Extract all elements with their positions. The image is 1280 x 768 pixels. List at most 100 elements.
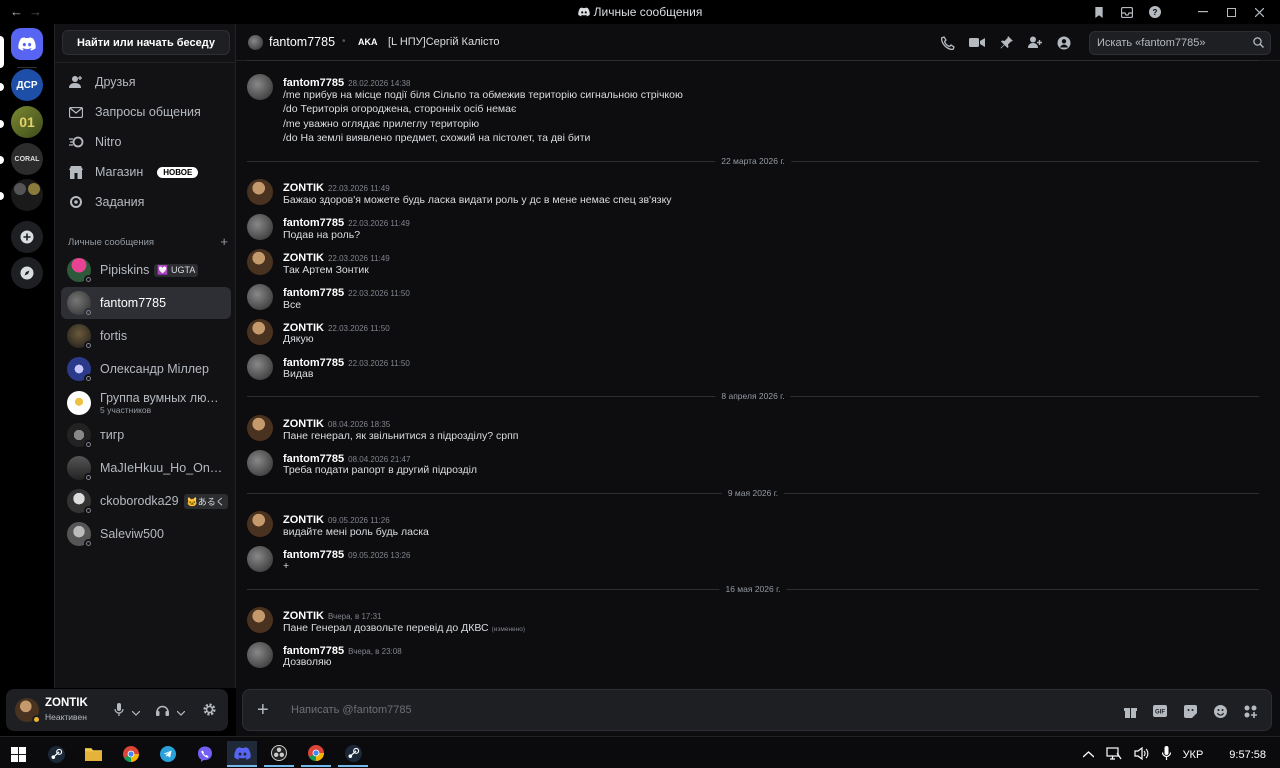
avatar[interactable] [247, 319, 273, 345]
chevron-up-icon[interactable] [1082, 749, 1094, 761]
message-text: Бажаю здоров'я можете будь ласка видати … [283, 194, 672, 206]
message-author[interactable]: ZONTIK [283, 182, 324, 194]
create-dm-button[interactable]: + [220, 234, 228, 249]
avatar[interactable] [247, 179, 273, 205]
attach-plus-icon[interactable]: + [257, 700, 269, 720]
discord-taskbar-icon[interactable] [227, 741, 257, 767]
network-icon[interactable] [1105, 746, 1122, 763]
inbox-icon[interactable] [1116, 3, 1138, 21]
message-author[interactable]: fantom7785 [283, 77, 344, 89]
date-divider-label: 9 мая 2026 г. [721, 488, 785, 498]
avatar[interactable] [247, 354, 273, 380]
avatar[interactable] [247, 214, 273, 240]
add-friend-icon[interactable] [1026, 34, 1044, 51]
home-button[interactable] [11, 28, 43, 60]
volume-icon[interactable] [1133, 746, 1150, 763]
separator [17, 67, 37, 68]
status-indicator [84, 539, 93, 548]
pin-icon[interactable] [997, 34, 1015, 51]
avatar[interactable] [247, 74, 273, 100]
server-coral[interactable]: CORAL [11, 143, 43, 175]
message-author[interactable]: ZONTIK [283, 418, 324, 430]
voice-call-icon[interactable] [939, 34, 957, 51]
sidebar-item-message-requests[interactable]: Запросы общения [61, 98, 231, 126]
message-timestamp: 09.05.2026 11:26 [327, 516, 390, 525]
server-dsr[interactable]: ДСР [11, 69, 43, 101]
dm-item-group[interactable]: Группа вумных людей 5 участников [61, 386, 231, 420]
dm-item-tigr[interactable]: тигр [61, 419, 231, 451]
folder-server-icon [14, 183, 26, 195]
message-author[interactable]: ZONTIK [283, 252, 324, 264]
windows-start-icon[interactable] [3, 741, 33, 767]
chevron-down-icon[interactable] [176, 704, 186, 719]
avatar[interactable] [247, 415, 273, 441]
headphones-icon[interactable] [156, 704, 169, 719]
microphone-icon[interactable] [114, 703, 124, 719]
sidebar-item-shop[interactable]: Магазин НОВОЕ [61, 158, 231, 186]
avatar[interactable] [247, 450, 273, 476]
apps-icon[interactable] [1241, 702, 1259, 720]
dm-item-pipiskins[interactable]: Pipiskins 💟 UGTA [61, 254, 231, 286]
dm-item-fantom7785[interactable]: fantom7785 [61, 287, 231, 319]
gear-icon[interactable] [203, 703, 216, 719]
chat-search-input[interactable]: Искать «fantom7785» [1089, 31, 1271, 55]
chevron-down-icon[interactable] [131, 704, 141, 719]
close-icon[interactable] [1248, 3, 1270, 21]
emoji-icon[interactable] [1211, 702, 1229, 720]
sticker-icon[interactable] [1181, 702, 1199, 720]
chat-recipient-name[interactable]: fantom7785 [269, 35, 335, 49]
date-divider [247, 60, 1259, 61]
steam-icon[interactable] [338, 741, 368, 767]
dm-item-fortis[interactable]: fortis [61, 320, 231, 352]
message-author[interactable]: ZONTIK [283, 514, 324, 526]
sidebar-item-quests[interactable]: Задания [61, 188, 231, 216]
add-server-button[interactable] [11, 221, 43, 253]
dm-item-malenkii[interactable]: MaJIeHkuu_Ho_Onac... [61, 452, 231, 484]
obs-icon[interactable] [264, 741, 294, 767]
date-divider-label: 22 марта 2026 г. [715, 156, 791, 166]
avatar[interactable] [247, 607, 273, 633]
message-author[interactable]: fantom7785 [283, 287, 344, 299]
file-explorer-icon[interactable] [78, 741, 108, 767]
help-icon[interactable]: ? [1144, 3, 1166, 21]
chrome-icon[interactable] [116, 741, 146, 767]
user-profile-icon[interactable] [1055, 34, 1073, 51]
message-text: Дякую [283, 333, 314, 345]
message-timestamp: 22.03.2026 11:50 [327, 324, 390, 333]
avatar[interactable] [247, 249, 273, 275]
gif-icon[interactable]: GIF [1151, 702, 1169, 720]
video-call-icon[interactable] [968, 34, 986, 51]
avatar[interactable] [247, 284, 273, 310]
avatar[interactable] [247, 511, 273, 537]
avatar[interactable] [15, 698, 41, 724]
sidebar-item-label: Nitro [95, 135, 122, 149]
message-author[interactable]: ZONTIK [283, 610, 324, 622]
microphone-tray-icon[interactable] [1161, 746, 1171, 763]
dm-item-oleksandr-miller[interactable]: Олександр Міллер [61, 353, 231, 385]
clock[interactable]: 9:57:58 [1229, 749, 1266, 761]
steam-icon[interactable] [41, 741, 71, 767]
server-label: ДСР [16, 79, 38, 91]
sidebar-item-friends[interactable]: Друзья [61, 68, 231, 96]
message-composer[interactable]: + Написать @fantom7785 GIF [242, 689, 1272, 731]
maximize-icon[interactable] [1220, 3, 1242, 21]
dm-item-saleviw500[interactable]: Saleviw500 [61, 518, 231, 550]
language-indicator[interactable]: УКР [1183, 749, 1204, 761]
viber-icon[interactable] [190, 741, 220, 767]
sidebar-item-nitro[interactable]: Nitro [61, 128, 231, 156]
server-folder[interactable] [11, 179, 43, 211]
discover-button[interactable] [11, 257, 43, 289]
server-icon-2[interactable]: 01 [11, 106, 43, 138]
message-author[interactable]: fantom7785 [283, 549, 344, 561]
find-conversation-button[interactable]: Найти или начать беседу [62, 30, 230, 55]
avatar[interactable] [247, 546, 273, 572]
message-input[interactable]: Написать @fantom7785 [291, 704, 412, 716]
message-author[interactable]: fantom7785 [283, 217, 344, 229]
gift-icon[interactable] [1121, 702, 1139, 720]
dm-item-ckoborodka29[interactable]: ckoborodka29 🐱あるく [61, 485, 231, 517]
chrome-icon[interactable] [301, 741, 331, 767]
bookmark-icon[interactable] [1088, 3, 1110, 21]
minimize-icon[interactable] [1192, 3, 1214, 21]
telegram-icon[interactable] [153, 741, 183, 767]
avatar[interactable] [247, 642, 273, 668]
